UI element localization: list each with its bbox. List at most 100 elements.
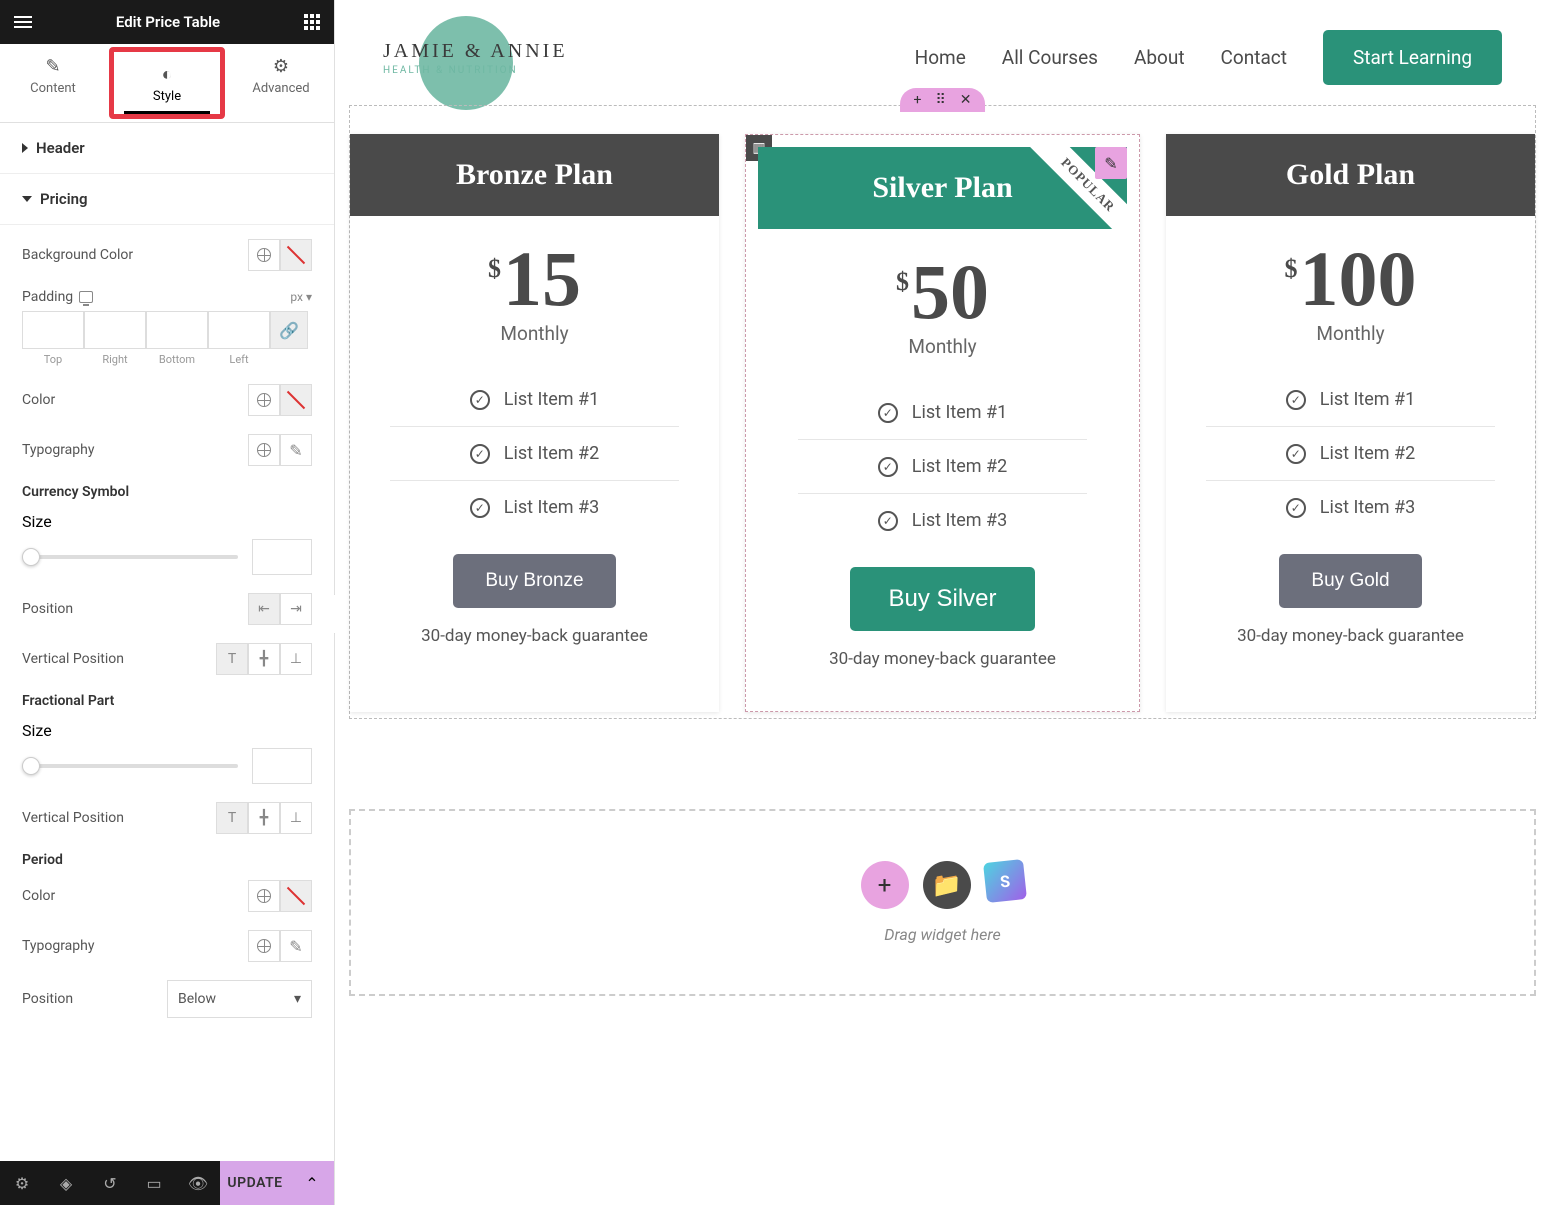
position-before-button[interactable]: ⇤ <box>248 593 280 625</box>
nav-courses[interactable]: All Courses <box>1002 46 1098 69</box>
globe-icon <box>257 939 271 953</box>
padding-right-input[interactable] <box>84 311 146 349</box>
start-learning-button[interactable]: Start Learning <box>1323 30 1502 85</box>
check-icon: ✓ <box>470 444 490 464</box>
global-color-button[interactable] <box>248 239 280 271</box>
plan-title: Bronze Plan <box>350 134 719 216</box>
list-item: ✓List Item #3 <box>798 493 1087 547</box>
widgets-icon[interactable] <box>304 14 320 30</box>
currency-size-input[interactable] <box>252 539 312 575</box>
slider-thumb-icon[interactable] <box>22 548 40 566</box>
fractional-size-input[interactable] <box>252 748 312 784</box>
menu-icon[interactable] <box>14 16 32 28</box>
section-pricing[interactable]: Pricing <box>0 174 334 225</box>
buy-silver-button[interactable]: Buy Silver <box>850 567 1034 631</box>
fvpos-top-button[interactable]: T <box>216 802 248 834</box>
plan-period: Monthly <box>798 335 1087 358</box>
fractional-vpos-label: Vertical Position <box>22 810 124 826</box>
plan-period: Monthly <box>390 322 679 345</box>
nav-home[interactable]: Home <box>915 46 966 69</box>
add-widget-button[interactable]: + <box>861 861 909 909</box>
fractional-heading: Fractional Part <box>22 693 312 709</box>
global-typo-button[interactable] <box>248 434 280 466</box>
plan-title: Silver PlanPOPULAR <box>758 147 1127 229</box>
site-logo[interactable]: JAMIE & ANNIE HEALTH & NUTRITION <box>383 40 568 76</box>
update-options-button[interactable]: ⌃ <box>290 1161 334 1205</box>
padding-top-input[interactable] <box>22 311 84 349</box>
period-typo-label: Typography <box>22 938 94 954</box>
desktop-icon[interactable] <box>79 291 93 303</box>
buy-gold-button[interactable]: Buy Gold <box>1279 554 1421 608</box>
settings-button[interactable]: ⚙ <box>0 1161 44 1205</box>
list-item: ✓List Item #3 <box>1206 480 1495 534</box>
globe-icon <box>257 443 271 457</box>
history-button[interactable]: ↺ <box>88 1161 132 1205</box>
update-button[interactable]: UPDATE <box>220 1161 290 1205</box>
template-library-button[interactable]: 📁 <box>923 861 971 909</box>
delete-section-button[interactable]: ✕ <box>960 92 972 108</box>
gear-icon: ⚙ <box>228 56 334 77</box>
fractional-size-slider[interactable] <box>22 764 238 768</box>
padding-bottom-input[interactable] <box>146 311 208 349</box>
shortcodes-button[interactable]: S <box>983 859 1027 903</box>
preview-button[interactable]: 👁 <box>176 1161 220 1205</box>
edit-widget-button[interactable]: ✎ <box>1095 147 1127 179</box>
logo-text: JAMIE & ANNIE <box>383 40 568 63</box>
tab-content[interactable]: ✎Content <box>0 44 106 122</box>
padding-left-input[interactable] <box>208 311 270 349</box>
tab-style[interactable]: ◐Style <box>109 47 225 119</box>
plan-bronze[interactable]: Bronze Plan $15 Monthly ✓List Item #1 ✓L… <box>350 134 719 712</box>
list-item: ✓List Item #1 <box>1206 373 1495 426</box>
drop-zone[interactable]: + 📁 S Drag widget here <box>349 809 1536 996</box>
drag-section-button[interactable]: ⠿ <box>935 92 945 108</box>
position-after-button[interactable]: ⇥ <box>280 593 312 625</box>
fvpos-bottom-button[interactable]: ⊥ <box>280 802 312 834</box>
pricing-section[interactable]: + ⠿ ✕ Bronze Plan $15 Monthly ✓List Item… <box>349 105 1536 719</box>
global-color-button-2[interactable] <box>248 384 280 416</box>
period-position-select[interactable]: Below▾ <box>167 980 312 1018</box>
section-header[interactable]: Header <box>0 123 334 174</box>
globe-icon <box>257 889 271 903</box>
list-item: ✓List Item #3 <box>390 480 679 534</box>
edit-typo-button[interactable]: ✎ <box>280 434 312 466</box>
fractional-size-label: Size <box>22 721 52 740</box>
period-global-typo-button[interactable] <box>248 930 280 962</box>
plan-price: $50 <box>798 253 1087 331</box>
period-global-color-button[interactable] <box>248 880 280 912</box>
period-no-color-button[interactable] <box>280 880 312 912</box>
plan-silver[interactable]: ▥ ✎ Silver PlanPOPULAR $50 Monthly ✓List… <box>745 134 1140 712</box>
no-color-button[interactable] <box>280 239 312 271</box>
tab-advanced[interactable]: ⚙Advanced <box>228 44 334 122</box>
editor-sidebar: Edit Price Table ✎Content ◐Style ⚙Advanc… <box>0 0 335 1205</box>
globe-icon <box>257 248 271 262</box>
check-icon: ✓ <box>878 511 898 531</box>
nav-about[interactable]: About <box>1134 46 1185 69</box>
vpos-top-button[interactable]: T <box>216 643 248 675</box>
list-item: ✓List Item #2 <box>1206 426 1495 480</box>
plan-gold[interactable]: Gold Plan $100 Monthly ✓List Item #1 ✓Li… <box>1166 134 1535 712</box>
currency-symbol-heading: Currency Symbol <box>22 484 312 500</box>
currency-vpos-toggle: T ╋ ⊥ <box>216 643 312 675</box>
bg-color-label: Background Color <box>22 247 133 263</box>
add-section-button[interactable]: + <box>914 92 922 108</box>
responsive-button[interactable]: ▭ <box>132 1161 176 1205</box>
currency-position-toggle: ⇤ ⇥ <box>248 593 312 625</box>
link-values-button[interactable]: 🔗 <box>270 311 308 349</box>
list-item: ✓List Item #2 <box>798 439 1087 493</box>
fvpos-middle-button[interactable]: ╋ <box>248 802 280 834</box>
nav-contact[interactable]: Contact <box>1221 46 1287 69</box>
slider-thumb-icon[interactable] <box>22 757 40 775</box>
no-color-button-2[interactable] <box>280 384 312 416</box>
plan-features: ✓List Item #1 ✓List Item #2 ✓List Item #… <box>1206 373 1495 534</box>
plan-title: Gold Plan <box>1166 134 1535 216</box>
currency-size-slider[interactable] <box>22 555 238 559</box>
padding-unit[interactable]: px ▾ <box>290 290 312 304</box>
buy-bronze-button[interactable]: Buy Bronze <box>453 554 615 608</box>
currency-size-label: Size <box>22 512 52 531</box>
period-edit-typo-button[interactable]: ✎ <box>280 930 312 962</box>
vpos-middle-button[interactable]: ╋ <box>248 643 280 675</box>
vpos-bottom-button[interactable]: ⊥ <box>280 643 312 675</box>
navigator-button[interactable]: ◈ <box>44 1161 88 1205</box>
check-icon: ✓ <box>470 498 490 518</box>
editor-tabs: ✎Content ◐Style ⚙Advanced <box>0 44 334 123</box>
